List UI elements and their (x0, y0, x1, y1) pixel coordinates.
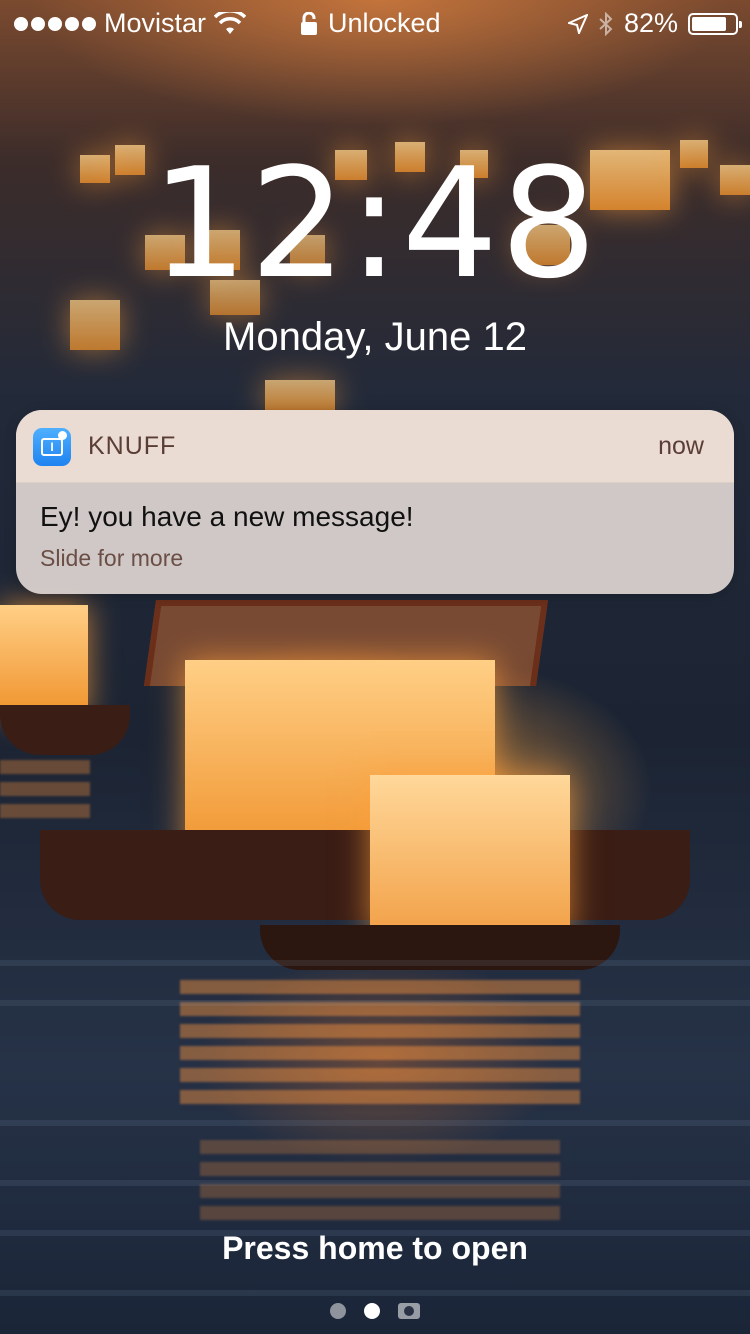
status-left: Movistar (14, 8, 247, 39)
notification-card[interactable]: I KNUFF now Ey! you have a new message! … (16, 410, 734, 594)
notification-app-name: KNUFF (88, 432, 177, 460)
bluetooth-icon (599, 11, 613, 36)
lock-status-label: Unlocked (328, 8, 441, 38)
signal-strength-icon (14, 16, 96, 31)
carrier-name: Movistar (104, 8, 207, 38)
knuff-app-icon: I (33, 428, 71, 466)
notification-header: I KNUFF now (16, 410, 734, 483)
notification-time: now (658, 432, 704, 460)
camera-icon[interactable] (398, 1303, 420, 1319)
lockscreen-date: Monday, June 12 (223, 315, 527, 359)
status-right: 82% (567, 8, 742, 39)
status-bar: Movistar Unlocked 82% (0, 0, 750, 50)
page-dot-today[interactable] (330, 1303, 346, 1319)
battery-icon (688, 12, 742, 35)
page-indicator (0, 1303, 750, 1319)
notification-title: Ey! you have a new message! (40, 501, 414, 532)
status-center: Unlocked (300, 8, 441, 39)
battery-percent: 82% (623, 8, 678, 38)
notification-subtitle: Slide for more (40, 545, 184, 571)
location-arrow-icon (567, 13, 588, 34)
page-dot-lockscreen[interactable] (364, 1303, 380, 1319)
lock-open-icon (301, 11, 317, 35)
press-home-prompt: Press home to open (222, 1230, 528, 1266)
notification-body: Ey! you have a new message! Slide for mo… (16, 483, 734, 590)
wifi-icon (214, 11, 247, 34)
lockscreen-clock: 12:48 (150, 135, 600, 312)
